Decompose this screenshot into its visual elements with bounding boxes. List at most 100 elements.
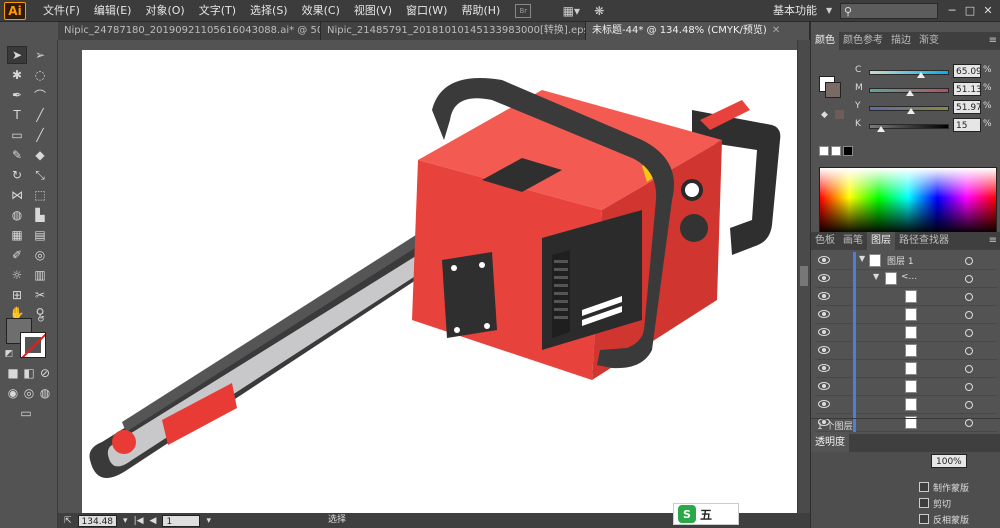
previous-artboard-icon[interactable]: ◀	[150, 516, 157, 526]
layer-row[interactable]	[815, 306, 997, 324]
eye-icon[interactable]	[818, 346, 830, 354]
mesh-tool-icon[interactable]: ▦	[7, 226, 27, 244]
curvature-tool-icon[interactable]: ⌒	[30, 86, 50, 104]
target-icon[interactable]	[965, 401, 973, 409]
make-mask-checkbox[interactable]	[919, 482, 929, 492]
tab-color[interactable]: 颜色	[811, 32, 839, 50]
chevron-down-icon[interactable]: ▾	[206, 516, 211, 526]
workspace-switcher[interactable]: 基本功能	[773, 0, 817, 22]
symbol-sprayer-icon[interactable]: ☼	[7, 266, 27, 284]
layer-row-group[interactable]: ▼ <...	[815, 270, 997, 288]
tab-transparency[interactable]: 透明度	[811, 434, 849, 452]
pen-tool-icon[interactable]: ✒	[7, 86, 27, 104]
perspective-grid-icon[interactable]: ▙	[30, 206, 50, 224]
shape-builder-icon[interactable]: ◍	[7, 206, 27, 224]
slider-handle[interactable]	[917, 72, 925, 78]
eye-icon[interactable]	[818, 256, 830, 264]
eyedropper-icon[interactable]: ✐	[7, 246, 27, 264]
tab-layers[interactable]: 图层	[867, 232, 895, 250]
menu-file[interactable]: 文件(F)	[36, 0, 87, 22]
opacity-field[interactable]: 100%	[931, 454, 967, 468]
panel-menu-icon[interactable]: ≡	[985, 232, 1000, 250]
ime-indicator[interactable]: S 五	[673, 503, 739, 525]
column-graph-icon[interactable]: ▥	[30, 266, 50, 284]
slider-handle[interactable]	[906, 108, 915, 114]
chevron-down-icon[interactable]: ▾	[123, 516, 128, 526]
layer-row[interactable]	[815, 324, 997, 342]
eye-icon[interactable]	[818, 382, 830, 390]
none-mode-icon[interactable]: ⊘	[38, 366, 52, 380]
vertical-scrollbar[interactable]	[797, 40, 810, 513]
layer-row[interactable]	[815, 378, 997, 396]
arrange-documents-icon[interactable]: ▦▾	[561, 3, 581, 19]
invert-mask-checkbox[interactable]	[919, 514, 929, 524]
artboard[interactable]	[82, 50, 804, 523]
expand-arrow-icon[interactable]: ▼	[859, 254, 865, 263]
gpu-performance-icon[interactable]: ❋	[589, 3, 609, 19]
tab-pathfinder[interactable]: 路径查找器	[895, 232, 953, 250]
target-icon[interactable]	[965, 311, 973, 319]
tab-swatches[interactable]: 色板	[811, 232, 839, 250]
target-icon[interactable]	[965, 347, 973, 355]
width-tool-icon[interactable]: ⋈	[7, 186, 27, 204]
channel-value-field[interactable]: 15	[953, 118, 981, 132]
slider-handle[interactable]	[877, 126, 885, 132]
slider-handle[interactable]	[905, 90, 914, 96]
channel-value-field[interactable]: 51.13	[953, 82, 981, 96]
menu-select[interactable]: 选择(S)	[243, 0, 295, 22]
layer-row-top[interactable]: ▼ 图层 1	[815, 252, 997, 270]
layer-row[interactable]	[815, 360, 997, 378]
menu-object[interactable]: 对象(O)	[138, 0, 191, 22]
default-fill-stroke-icon[interactable]: ◩	[2, 348, 16, 360]
maximize-icon[interactable]: □	[962, 2, 978, 18]
search-input[interactable]	[852, 4, 923, 18]
menu-effect[interactable]: 效果(C)	[295, 0, 347, 22]
eraser-icon[interactable]: ◆	[30, 146, 50, 164]
layer-name[interactable]: <...	[901, 272, 917, 282]
tab-brushes[interactable]: 画笔	[839, 232, 867, 250]
blend-tool-icon[interactable]: ◎	[30, 246, 50, 264]
expand-arrow-icon[interactable]: ▼	[873, 272, 879, 281]
none-swatch[interactable]	[819, 146, 829, 156]
menu-help[interactable]: 帮助(H)	[454, 0, 507, 22]
pencil-icon[interactable]: ✎	[7, 146, 27, 164]
channel-value-field[interactable]: 51.97	[953, 100, 981, 114]
layer-row[interactable]	[815, 396, 997, 414]
eye-icon[interactable]	[818, 400, 830, 408]
direct-selection-tool-icon[interactable]: ➢	[30, 46, 50, 64]
free-transform-icon[interactable]: ⬚	[30, 186, 50, 204]
type-tool-icon[interactable]: T	[7, 106, 27, 124]
scale-tool-icon[interactable]: ⤡	[30, 166, 50, 184]
draw-behind-icon[interactable]: ◎	[22, 386, 36, 400]
eye-icon[interactable]	[818, 328, 830, 336]
paintbrush-icon[interactable]: ╱	[30, 126, 50, 144]
tab-document-3[interactable]: 未标题-44* @ 134.48% (CMYK/预览) ✕	[586, 22, 810, 40]
clip-checkbox[interactable]	[919, 498, 929, 508]
search-box[interactable]: ⚲	[840, 3, 938, 19]
scroll-thumb[interactable]	[800, 266, 808, 286]
chainsaw-illustration[interactable]	[82, 50, 804, 523]
first-artboard-icon[interactable]: |◀	[134, 516, 144, 526]
tab-document-1[interactable]: Nipic_24787180_20190921105616043088.ai* …	[58, 22, 321, 40]
minimize-icon[interactable]: ─	[944, 2, 960, 18]
target-icon[interactable]	[965, 257, 973, 265]
channel-slider[interactable]	[869, 70, 949, 75]
target-icon[interactable]	[965, 275, 973, 283]
color-spectrum[interactable]	[819, 167, 997, 235]
slice-tool-icon[interactable]: ✂	[30, 286, 50, 304]
eye-icon[interactable]	[818, 292, 830, 300]
layer-row[interactable]	[815, 288, 997, 306]
eye-icon[interactable]	[818, 274, 830, 282]
target-icon[interactable]	[965, 383, 973, 391]
export-icon[interactable]: ⇱	[64, 516, 72, 526]
swap-fill-stroke-icon[interactable]: ↺	[34, 314, 48, 326]
eye-icon[interactable]	[818, 364, 830, 372]
draw-normal-icon[interactable]: ◉	[6, 386, 20, 400]
tab-color-guide[interactable]: 颜色参考	[839, 32, 887, 50]
target-icon[interactable]	[965, 293, 973, 301]
stroke-swatch[interactable]	[20, 332, 46, 358]
black-swatch[interactable]	[843, 146, 853, 156]
panel-menu-icon[interactable]: ≡	[985, 32, 1000, 50]
artboard-tool-icon[interactable]: ⊞	[7, 286, 27, 304]
draw-inside-icon[interactable]: ◍	[38, 386, 52, 400]
